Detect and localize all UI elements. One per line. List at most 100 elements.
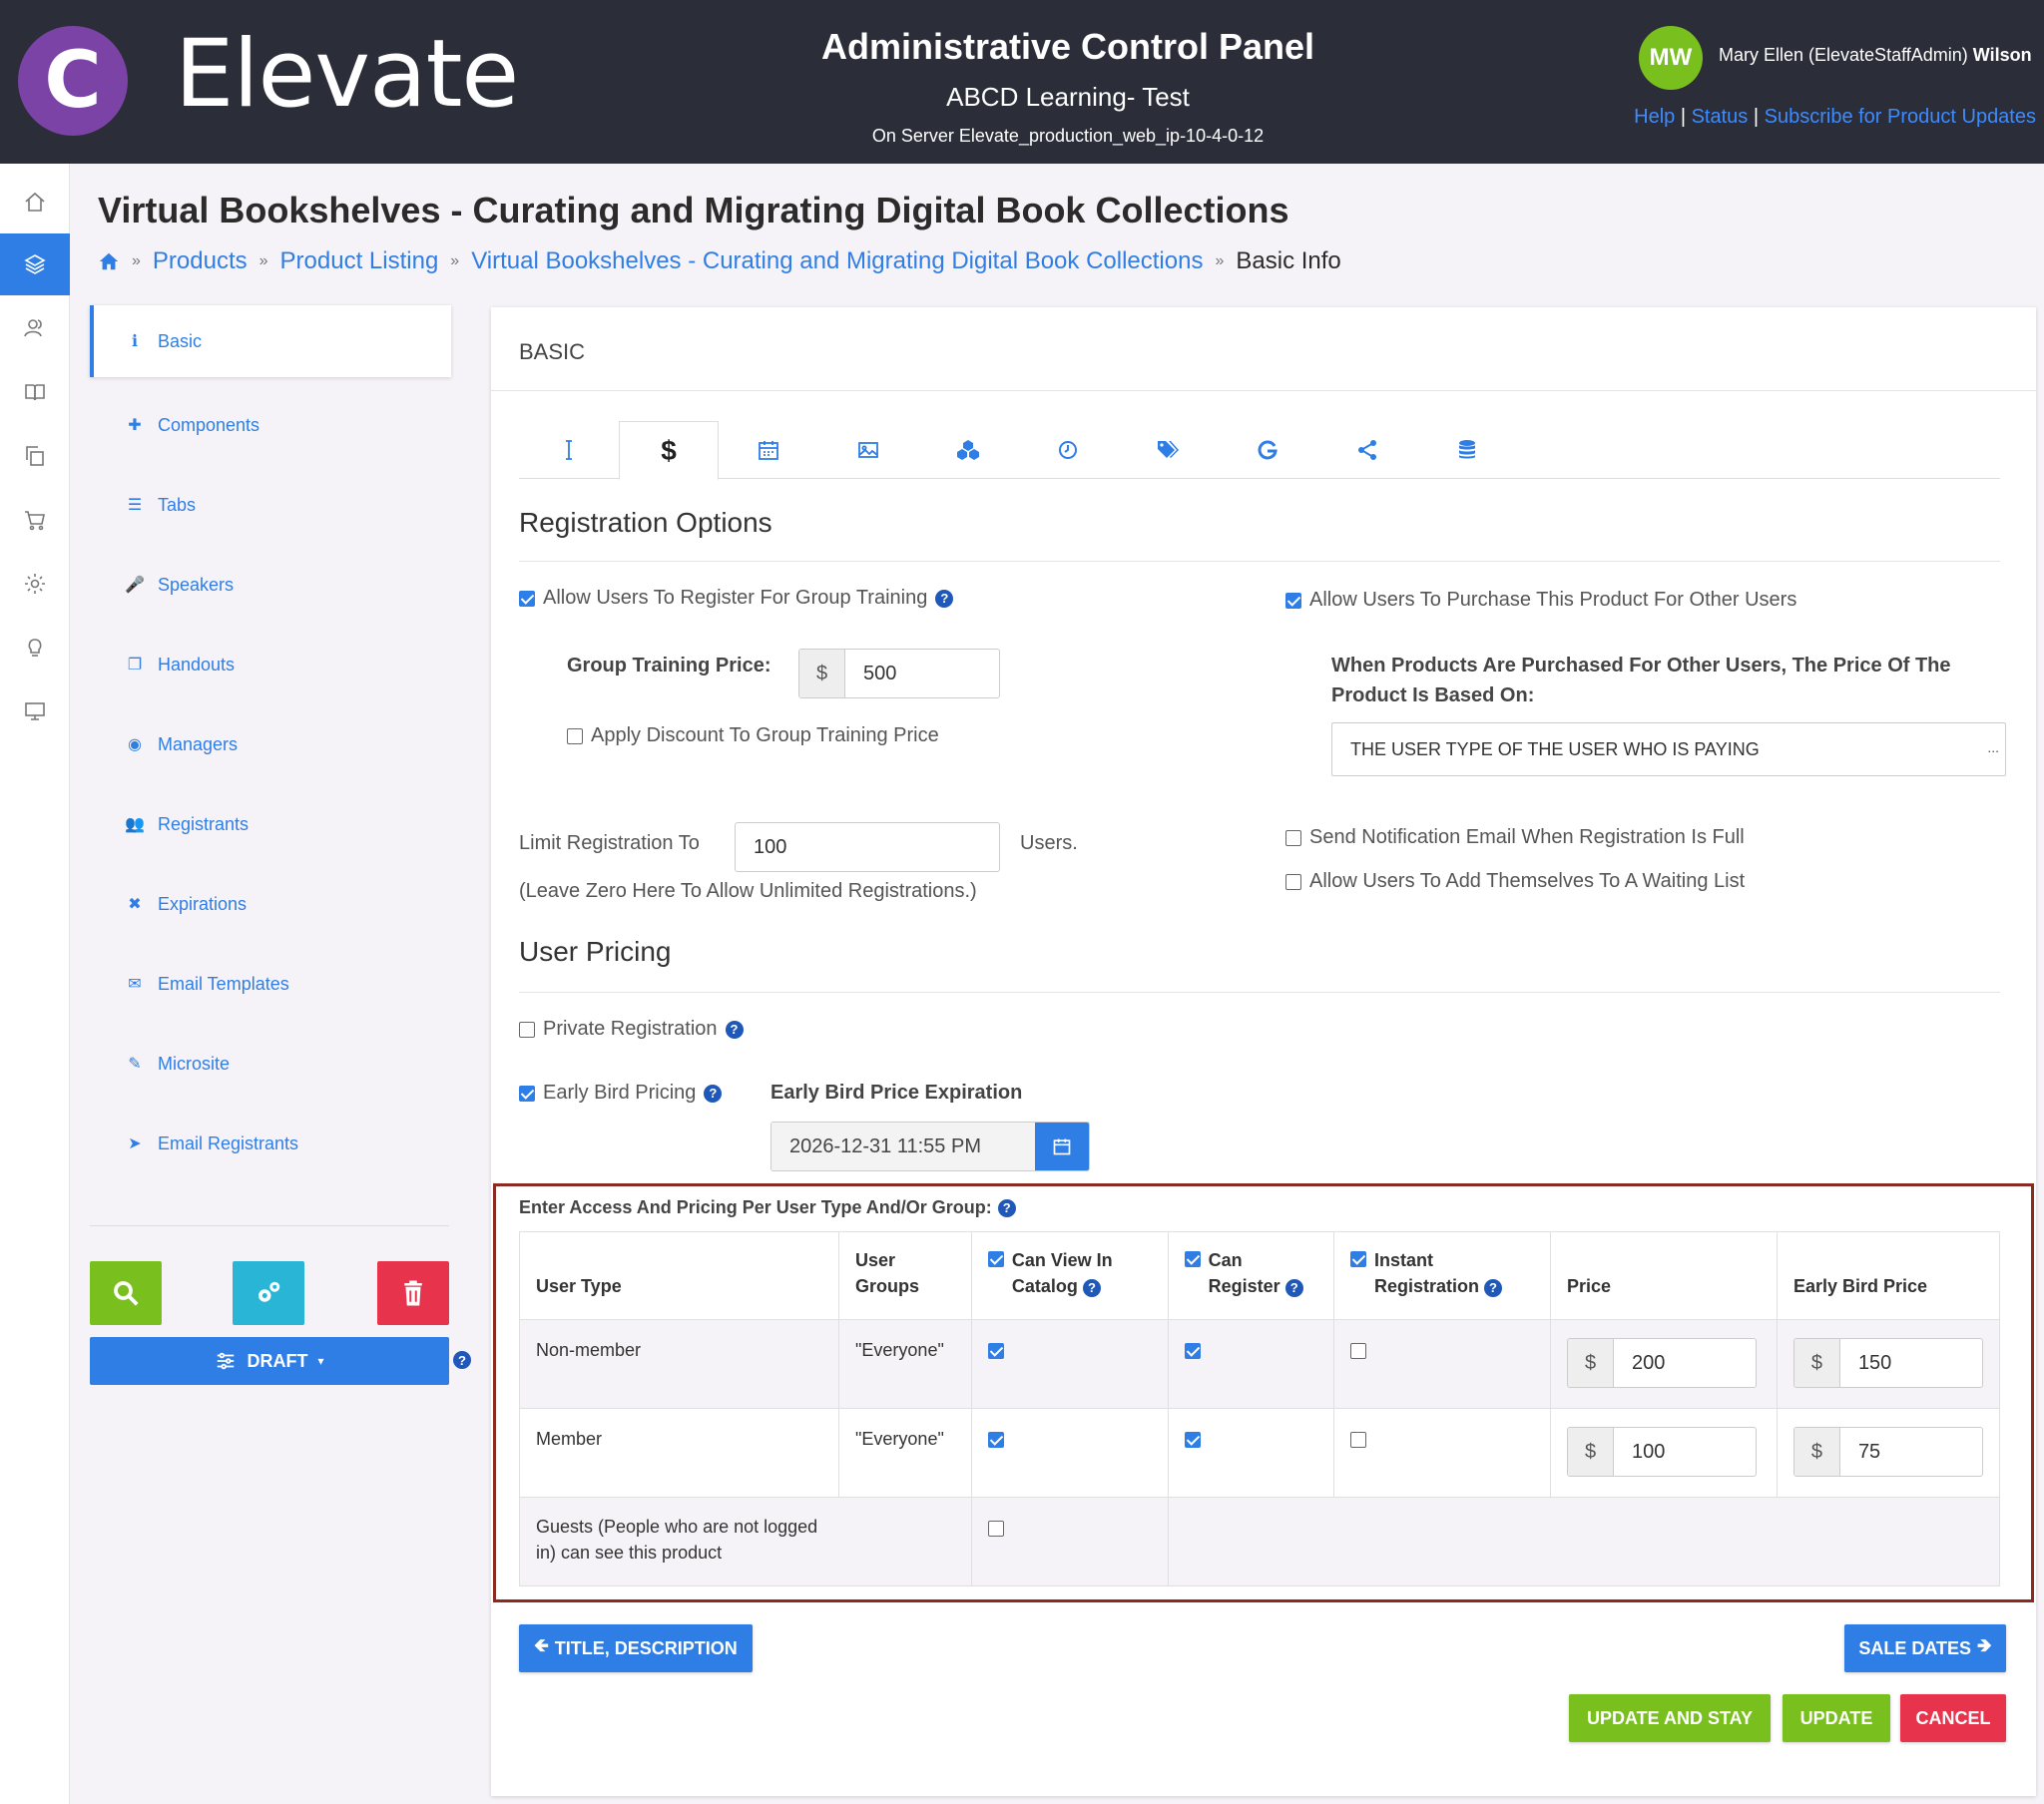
book-icon[interactable] (0, 361, 70, 423)
sidenav-item-registrants[interactable]: 👥 Registrants (90, 784, 451, 864)
tab-components[interactable] (918, 421, 1018, 479)
price-based-select[interactable]: THE USER TYPE OF THE USER WHO IS PAYING … (1331, 722, 2006, 776)
breadcrumb-product[interactable]: Virtual Bookshelves - Curating and Migra… (471, 247, 1203, 275)
early-bird-help-icon[interactable]: ? (704, 1084, 723, 1103)
info-icon: ℹ (131, 333, 139, 350)
group-training-checkbox[interactable] (519, 590, 535, 607)
breadcrumb-product-listing[interactable]: Product Listing (280, 247, 439, 275)
sidenav-item-email-templates[interactable]: ✉ Email Templates (90, 944, 451, 1024)
can-view-all-checkbox[interactable] (987, 1251, 1004, 1267)
price-input[interactable]: $100 (1567, 1427, 1758, 1477)
help-link[interactable]: Help (1634, 106, 1675, 128)
purchase-for-others-checkbox[interactable] (1285, 592, 1301, 609)
prev-section-button[interactable]: 🡸 TITLE, DESCRIPTION (519, 1624, 753, 1672)
sidenav-item-components[interactable]: ✚ Components (90, 385, 451, 465)
instant-help-icon[interactable]: ? (1484, 1279, 1502, 1297)
main-panel: BASIC $ Registration Options Allow Users… (491, 307, 2036, 1796)
draft-status-dropdown[interactable]: DRAFT ▾ (90, 1337, 449, 1385)
monitor-icon[interactable] (0, 680, 70, 742)
delete-button[interactable] (377, 1261, 449, 1325)
private-registration-help-icon[interactable]: ? (725, 1020, 744, 1039)
notify-full-checkbox[interactable] (1285, 829, 1301, 846)
sidenav-item-handouts[interactable]: ❐ Handouts (90, 625, 451, 704)
cancel-button[interactable]: CANCEL (1900, 1694, 2006, 1742)
tab-dates[interactable] (719, 421, 818, 479)
lightbulb-icon[interactable] (0, 617, 70, 678)
sidenav-item-basic[interactable]: ℹ Basic (90, 305, 451, 377)
limit-registration-input[interactable]: 100 (735, 822, 1000, 872)
next-section-button[interactable]: SALE DATES 🡺 (1844, 1624, 2006, 1672)
copy-icon[interactable] (0, 425, 70, 487)
breadcrumb-separator: » (1215, 252, 1225, 269)
update-button[interactable]: UPDATE (1783, 1694, 1890, 1742)
tab-pricing[interactable]: $ (619, 421, 719, 480)
pricing-table-caption: Enter Access And Pricing Per User Type A… (519, 1197, 1016, 1218)
private-registration-checkbox[interactable] (519, 1021, 535, 1038)
sidenav-item-microsite[interactable]: ✎ Microsite (90, 1024, 451, 1104)
pricing-help-icon[interactable]: ? (997, 1198, 1016, 1217)
update-and-stay-button[interactable]: UPDATE AND STAY (1569, 1694, 1771, 1742)
cart-icon[interactable] (0, 489, 70, 551)
user-name[interactable]: Mary Ellen (ElevateStaffAdmin) Wilson (1719, 45, 2032, 66)
tab-text[interactable] (519, 421, 619, 479)
group-price-input[interactable]: $ 500 (798, 649, 1000, 698)
instant-all-checkbox[interactable] (1349, 1251, 1366, 1267)
can-register-checkbox[interactable] (1184, 1343, 1201, 1360)
layers-icon[interactable] (0, 233, 70, 295)
tab-images[interactable] (818, 421, 918, 479)
sidenav-item-tabs[interactable]: ☰ Tabs (90, 465, 451, 545)
col-can-register-line2: Register (1208, 1276, 1280, 1296)
can-view-help-icon[interactable]: ? (1082, 1279, 1101, 1297)
draft-help-icon[interactable]: ? (453, 1351, 471, 1369)
tab-time[interactable] (1018, 421, 1118, 479)
calendar-button[interactable] (1035, 1123, 1089, 1170)
table-row: Member "Everyone" $100 $75 (518, 1408, 2001, 1498)
status-link[interactable]: Status (1692, 106, 1749, 128)
col-can-register-line1: Can (1208, 1250, 1243, 1270)
sidenav-item-speakers[interactable]: 🎤 Speakers (90, 545, 451, 625)
early-bird-label: Early Bird Pricing (543, 1082, 697, 1104)
avatar[interactable]: MW (1639, 26, 1703, 90)
tab-share[interactable] (1317, 421, 1417, 479)
early-bird-price-input[interactable]: $150 (1792, 1338, 1983, 1388)
subscribe-link[interactable]: Subscribe for Product Updates (1765, 106, 2036, 128)
early-bird-expiration-input[interactable]: 2026-12-31 11:55 PM (770, 1122, 1090, 1171)
purchase-for-others-option: Allow Users To Purchase This Product For… (1285, 589, 1796, 612)
can-register-help-icon[interactable]: ? (1284, 1279, 1303, 1297)
group-training-help-icon[interactable]: ? (935, 589, 954, 608)
sidenav-item-managers[interactable]: ◉ Managers (90, 704, 451, 784)
can-register-all-checkbox[interactable] (1184, 1251, 1201, 1267)
search-button[interactable] (90, 1261, 162, 1325)
sidenav-item-email-registrants[interactable]: ➤ Email Registrants (90, 1104, 451, 1183)
price-input[interactable]: $200 (1567, 1338, 1758, 1388)
gear-icon[interactable] (0, 553, 70, 615)
early-bird-checkbox[interactable] (519, 1085, 535, 1102)
settings-button[interactable] (233, 1261, 304, 1325)
early-bird-price-input[interactable]: $75 (1792, 1427, 1983, 1477)
sidenav-item-expirations[interactable]: ✖ Expirations (90, 864, 451, 944)
select-more-icon: ... (1987, 739, 1999, 755)
tab-google[interactable] (1218, 421, 1317, 479)
price-value: 100 (1632, 1440, 1666, 1463)
instant-registration-checkbox[interactable] (1349, 1343, 1366, 1360)
apply-discount-checkbox[interactable] (567, 727, 583, 744)
limit-suffix: Users. (1020, 832, 1078, 854)
home-icon[interactable] (0, 172, 70, 233)
can-view-checkbox[interactable] (987, 1343, 1004, 1360)
guest-can-view-checkbox[interactable] (987, 1521, 1004, 1538)
gears-icon (258, 1281, 280, 1302)
instant-registration-checkbox[interactable] (1349, 1432, 1366, 1449)
breadcrumb-home-icon[interactable] (98, 250, 120, 272)
can-register-checkbox[interactable] (1184, 1432, 1201, 1449)
user-pricing-heading: User Pricing (519, 936, 672, 967)
cell-can-view (970, 1319, 1169, 1409)
can-view-checkbox[interactable] (987, 1432, 1004, 1449)
tab-database[interactable] (1417, 421, 1517, 479)
registration-options-heading: Registration Options (519, 507, 772, 538)
tab-tags[interactable] (1118, 421, 1218, 479)
link-separator: | (1680, 106, 1687, 128)
breadcrumb-products[interactable]: Products (153, 247, 248, 275)
users-icon[interactable] (0, 297, 70, 359)
apply-discount-label: Apply Discount To Group Training Price (591, 724, 939, 746)
waiting-list-checkbox[interactable] (1285, 873, 1301, 890)
